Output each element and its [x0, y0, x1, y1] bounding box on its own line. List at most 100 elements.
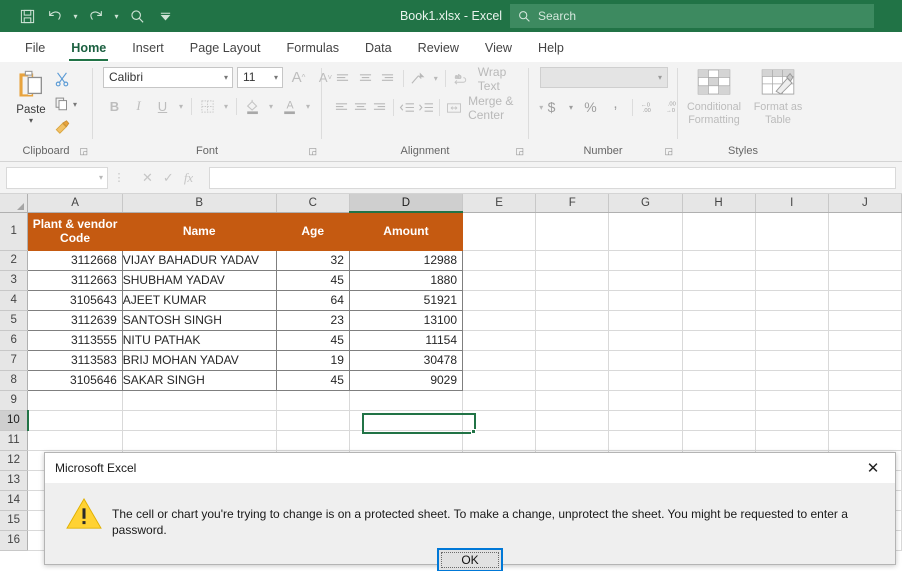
cell-g10[interactable]	[608, 410, 683, 431]
cell-b3[interactable]: SHUBHAM YADAV	[122, 270, 277, 291]
cell-h9[interactable]	[682, 390, 756, 411]
cell-h2[interactable]	[682, 250, 756, 271]
close-icon[interactable]: ✕	[851, 453, 895, 483]
font-name-combo[interactable]: Calibri ▾	[103, 66, 233, 88]
underline-dropdown-caret-icon[interactable]: ▾	[175, 95, 187, 117]
cell-d2[interactable]: 12988	[349, 250, 464, 271]
cell-g6[interactable]	[608, 330, 683, 351]
cell-e5[interactable]	[462, 310, 537, 331]
undo-icon[interactable]	[42, 4, 68, 28]
cell-b6[interactable]: NITU PATHAK	[122, 330, 277, 351]
cell-e9[interactable]	[462, 390, 537, 411]
column-header-d[interactable]: D	[349, 194, 464, 213]
cell-i7[interactable]	[755, 350, 829, 371]
cell-b7[interactable]: BRIJ MOHAN YADAV	[122, 350, 277, 371]
cell-j7[interactable]	[828, 350, 902, 371]
tab-home[interactable]: Home	[58, 34, 119, 62]
borders-icon[interactable]	[196, 95, 219, 117]
row-header-5[interactable]: 5	[0, 310, 29, 331]
comma-style-icon[interactable]: ,	[604, 96, 627, 118]
cell-g8[interactable]	[608, 370, 683, 391]
row-header-2[interactable]: 2	[0, 250, 29, 271]
italic-icon[interactable]: I	[127, 95, 150, 117]
column-header-g[interactable]: G	[608, 194, 683, 213]
paste-dropdown-caret-icon[interactable]: ▾	[29, 117, 33, 125]
cell-e8[interactable]	[462, 370, 537, 391]
decrease-indent-icon[interactable]	[398, 97, 416, 119]
row-header-13[interactable]: 13	[0, 470, 29, 491]
tab-view[interactable]: View	[472, 34, 525, 62]
paste-button[interactable]: Paste ▾	[8, 67, 54, 140]
cell-j4[interactable]	[828, 290, 902, 311]
copy-dropdown-caret-icon[interactable]: ▾	[69, 94, 81, 116]
cell-g2[interactable]	[608, 250, 683, 271]
tab-page-layout[interactable]: Page Layout	[177, 34, 274, 62]
cell-h10[interactable]	[682, 410, 756, 431]
cell-h11[interactable]	[682, 430, 756, 451]
accounting-number-format-icon[interactable]: $	[540, 96, 563, 118]
row-header-1[interactable]: 1	[0, 212, 29, 251]
cell-g3[interactable]	[608, 270, 683, 291]
cell-i11[interactable]	[755, 430, 829, 451]
cell-g5[interactable]	[608, 310, 683, 331]
cell-c10[interactable]	[276, 410, 350, 431]
cell-i5[interactable]	[755, 310, 829, 331]
orientation-icon[interactable]	[408, 68, 430, 90]
column-header-i[interactable]: I	[755, 194, 829, 213]
confirm-entry-icon[interactable]: ✓	[163, 170, 174, 186]
cell-d5[interactable]: 13100	[349, 310, 464, 331]
tab-file[interactable]: File	[12, 34, 58, 62]
cell-e7[interactable]	[462, 350, 537, 371]
cell-i6[interactable]	[755, 330, 829, 351]
tab-insert[interactable]: Insert	[119, 34, 177, 62]
cell-b2[interactable]: VIJAY BAHADUR YADAV	[122, 250, 277, 271]
cell-a2[interactable]: 3112668	[27, 250, 123, 271]
cell-f5[interactable]	[535, 310, 610, 331]
cell-g11[interactable]	[608, 430, 683, 451]
cell-b10[interactable]	[122, 410, 277, 431]
search-icon[interactable]	[124, 4, 150, 28]
cell-f10[interactable]	[535, 410, 610, 431]
tab-review[interactable]: Review	[405, 34, 472, 62]
column-header-c[interactable]: C	[276, 194, 350, 213]
conditional-formatting-button[interactable]: Conditional Formatting	[684, 67, 744, 127]
cell-i3[interactable]	[755, 270, 829, 291]
cell-f3[interactable]	[535, 270, 610, 291]
row-header-3[interactable]: 3	[0, 270, 29, 291]
row-header-6[interactable]: 6	[0, 330, 29, 351]
percent-style-icon[interactable]: %	[579, 96, 602, 118]
cell-c9[interactable]	[276, 390, 350, 411]
cell-b5[interactable]: SANTOSH SINGH	[122, 310, 277, 331]
row-header-15[interactable]: 15	[0, 510, 29, 531]
cell-j8[interactable]	[828, 370, 902, 391]
cell-h5[interactable]	[682, 310, 756, 331]
cell-d10-active[interactable]	[349, 410, 464, 431]
cell-b1[interactable]: Name	[122, 212, 277, 251]
undo-dropdown-caret-icon[interactable]: ▾	[70, 4, 81, 28]
align-bottom-icon[interactable]	[377, 68, 399, 90]
clipboard-dialog-launcher-icon[interactable]: ◲	[79, 144, 88, 159]
copy-button[interactable]: ▾	[54, 93, 81, 116]
cell-i10[interactable]	[755, 410, 829, 431]
cell-e2[interactable]	[462, 250, 537, 271]
cell-d11[interactable]	[349, 430, 464, 451]
format-as-table-button[interactable]: Format as Table	[748, 67, 808, 127]
save-icon[interactable]	[14, 4, 40, 28]
cell-f6[interactable]	[535, 330, 610, 351]
cell-a1[interactable]: Plant & vendor Code	[27, 212, 123, 251]
cell-d4[interactable]: 51921	[349, 290, 464, 311]
cell-g9[interactable]	[608, 390, 683, 411]
cell-j2[interactable]	[828, 250, 902, 271]
redo-dropdown-caret-icon[interactable]: ▾	[111, 4, 122, 28]
cell-f2[interactable]	[535, 250, 610, 271]
cell-i4[interactable]	[755, 290, 829, 311]
cell-c2[interactable]: 32	[276, 250, 350, 271]
merge-center-icon[interactable]	[444, 97, 463, 119]
cell-f8[interactable]	[535, 370, 610, 391]
cell-j10[interactable]	[828, 410, 902, 431]
cell-g4[interactable]	[608, 290, 683, 311]
column-header-h[interactable]: H	[682, 194, 756, 213]
formula-bar-expand-handle[interactable]: ⋮	[108, 171, 130, 184]
cell-f1[interactable]	[535, 212, 610, 251]
orientation-dropdown-caret-icon[interactable]: ▾	[430, 68, 441, 90]
